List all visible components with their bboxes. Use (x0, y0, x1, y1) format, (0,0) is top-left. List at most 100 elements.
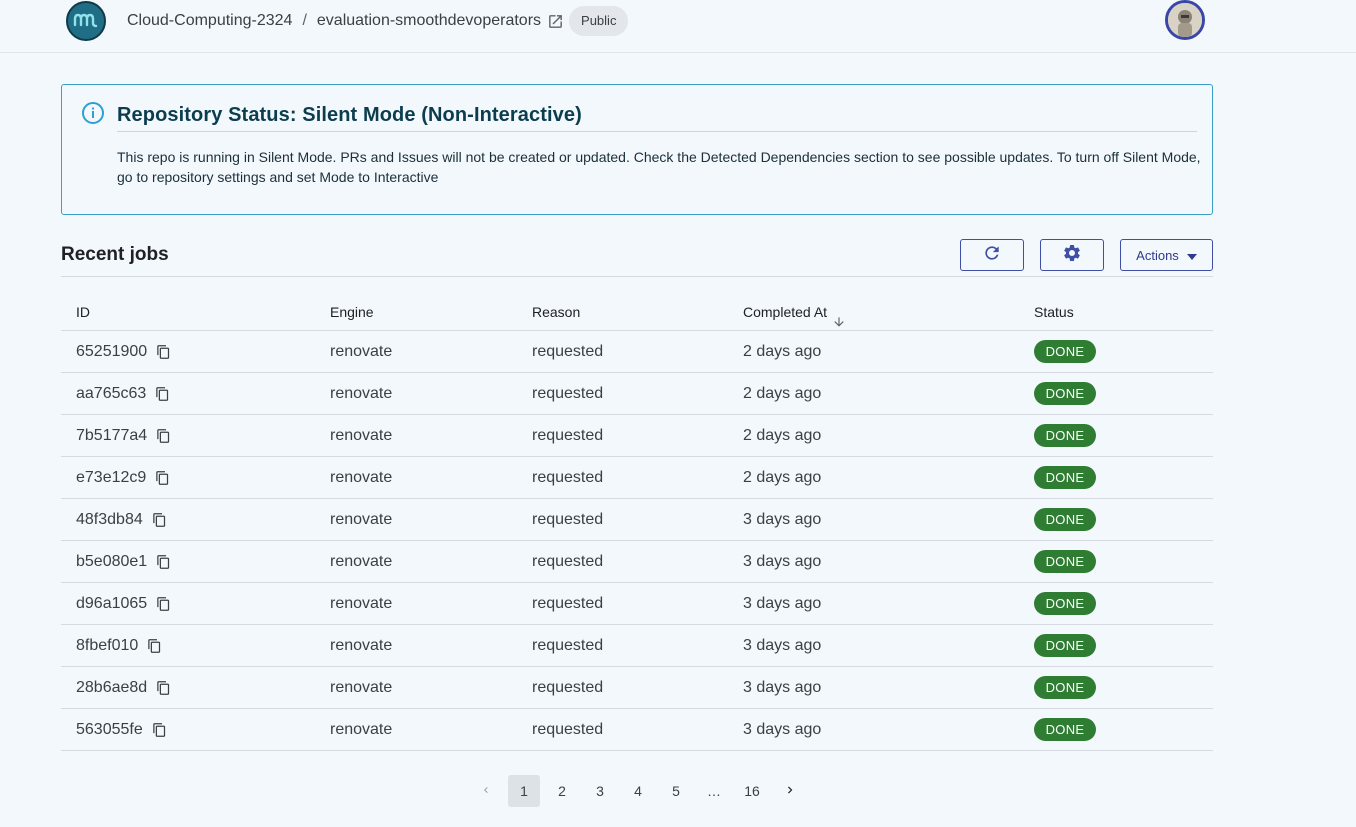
alert-message: This repo is running in Silent Mode. PRs… (117, 149, 1201, 185)
arrow-down-icon (832, 315, 846, 332)
job-reason: requested (532, 553, 604, 570)
copy-icon[interactable] (156, 554, 171, 570)
visibility-badge: Public (569, 6, 629, 36)
job-id-cell: 28b6ae8d (76, 679, 171, 697)
job-reason: requested (532, 343, 604, 360)
status-badge: DONE (1034, 676, 1096, 699)
status-badge: DONE (1034, 424, 1096, 447)
job-reason: requested (532, 469, 604, 486)
chevron-left-icon (480, 783, 492, 799)
job-id-cell: e73e12c9 (76, 469, 170, 487)
job-reason: requested (532, 427, 604, 444)
job-id: aa765c63 (76, 385, 147, 402)
job-engine: renovate (330, 343, 393, 360)
job-id: e73e12c9 (76, 469, 147, 486)
page-button[interactable]: 3 (584, 775, 616, 807)
page-button[interactable]: 4 (622, 775, 654, 807)
job-id-cell: b5e080e1 (76, 553, 171, 571)
copy-icon[interactable] (152, 722, 167, 738)
copy-icon[interactable] (155, 386, 170, 402)
copy-icon[interactable] (156, 680, 171, 696)
job-id: d96a1065 (76, 595, 148, 612)
table-row[interactable]: 28b6ae8d renovate requested 3 days ago DONE (61, 667, 1213, 709)
status-badge: DONE (1034, 550, 1096, 573)
job-id: 563055fe (76, 721, 143, 738)
status-badge: DONE (1034, 718, 1096, 741)
table-row[interactable]: 563055fe renovate requested 3 days ago DONE (61, 709, 1213, 751)
job-id-cell: 563055fe (76, 721, 167, 739)
alert-title: Repository Status: Silent Mode (Non-Inte… (117, 104, 582, 126)
status-badge: DONE (1034, 340, 1096, 363)
job-id-cell: 8fbef010 (76, 637, 162, 655)
actions-dropdown[interactable]: Actions (1120, 239, 1213, 271)
avatar[interactable] (1165, 0, 1205, 40)
status-badge: DONE (1034, 634, 1096, 657)
page-button[interactable]: 5 (660, 775, 692, 807)
job-engine: renovate (330, 595, 393, 612)
table-row[interactable]: 7b5177a4 renovate requested 2 days ago DONE (61, 415, 1213, 457)
copy-icon[interactable] (156, 344, 171, 360)
column-engine[interactable]: Engine (330, 304, 374, 320)
table-row[interactable]: b5e080e1 renovate requested 3 days ago DONE (61, 541, 1213, 583)
prev-page-button[interactable] (470, 775, 502, 807)
refresh-button[interactable] (960, 239, 1024, 271)
column-completed-at[interactable]: Completed At (743, 304, 844, 327)
job-engine: renovate (330, 469, 393, 486)
info-icon (81, 101, 105, 130)
table-header: ID Engine Reason Completed At Status (61, 293, 1213, 331)
column-status[interactable]: Status (1034, 304, 1074, 320)
job-completed-at: 2 days ago (743, 385, 822, 402)
repo-name[interactable]: evaluation-smoothdevoperators (317, 12, 541, 30)
org-link[interactable]: Cloud-Computing-2324 (127, 12, 292, 30)
job-completed-at: 3 days ago (743, 553, 822, 570)
table-row[interactable]: 65251900 renovate requested 2 days ago DONE (61, 331, 1213, 373)
section-divider (61, 276, 1213, 277)
breadcrumb: Cloud-Computing-2324 / evaluation-smooth… (127, 6, 629, 36)
job-reason: requested (532, 679, 604, 696)
logo-icon[interactable] (66, 1, 106, 41)
external-link-icon[interactable] (547, 13, 564, 30)
settings-button[interactable] (1040, 239, 1104, 271)
table-row[interactable]: d96a1065 renovate requested 3 days ago DONE (61, 583, 1213, 625)
job-engine: renovate (330, 721, 393, 738)
job-id: b5e080e1 (76, 553, 148, 570)
copy-icon[interactable] (156, 596, 171, 612)
job-id: 65251900 (76, 343, 148, 360)
chevron-right-icon (783, 783, 797, 800)
column-id[interactable]: ID (76, 304, 90, 320)
job-engine: renovate (330, 637, 393, 654)
job-reason: requested (532, 511, 604, 528)
recent-jobs-title: Recent jobs (61, 244, 169, 265)
job-completed-at: 3 days ago (743, 595, 822, 612)
alert-divider (117, 131, 1197, 132)
job-reason: requested (532, 595, 604, 612)
page-button[interactable]: 1 (508, 775, 540, 807)
job-engine: renovate (330, 427, 393, 444)
next-page-button[interactable] (774, 775, 806, 807)
table-row[interactable]: aa765c63 renovate requested 2 days ago DONE (61, 373, 1213, 415)
job-completed-at: 3 days ago (743, 721, 822, 738)
pagination-ellipsis: … (707, 783, 721, 799)
job-id-cell: d96a1065 (76, 595, 171, 613)
job-reason: requested (532, 637, 604, 654)
job-id: 28b6ae8d (76, 679, 148, 696)
page-button[interactable]: 16 (736, 775, 768, 807)
job-engine: renovate (330, 553, 393, 570)
page-list: 1 2 3 4 5 … 16 (508, 775, 774, 807)
copy-icon[interactable] (152, 512, 167, 528)
page-button[interactable]: 2 (546, 775, 578, 807)
copy-icon[interactable] (156, 428, 171, 444)
copy-icon[interactable] (155, 470, 170, 486)
status-badge: DONE (1034, 466, 1096, 489)
column-reason[interactable]: Reason (532, 304, 580, 320)
copy-icon[interactable] (147, 638, 162, 654)
status-badge: DONE (1034, 508, 1096, 531)
job-id-cell: aa765c63 (76, 385, 170, 403)
silent-mode-alert: Repository Status: Silent Mode (Non-Inte… (61, 84, 1213, 215)
table-row[interactable]: 8fbef010 renovate requested 3 days ago DONE (61, 625, 1213, 667)
job-id-cell: 65251900 (76, 343, 171, 361)
job-id-cell: 7b5177a4 (76, 427, 171, 445)
table-row[interactable]: e73e12c9 renovate requested 2 days ago DONE (61, 457, 1213, 499)
table-row[interactable]: 48f3db84 renovate requested 3 days ago DONE (61, 499, 1213, 541)
job-reason: requested (532, 721, 604, 738)
